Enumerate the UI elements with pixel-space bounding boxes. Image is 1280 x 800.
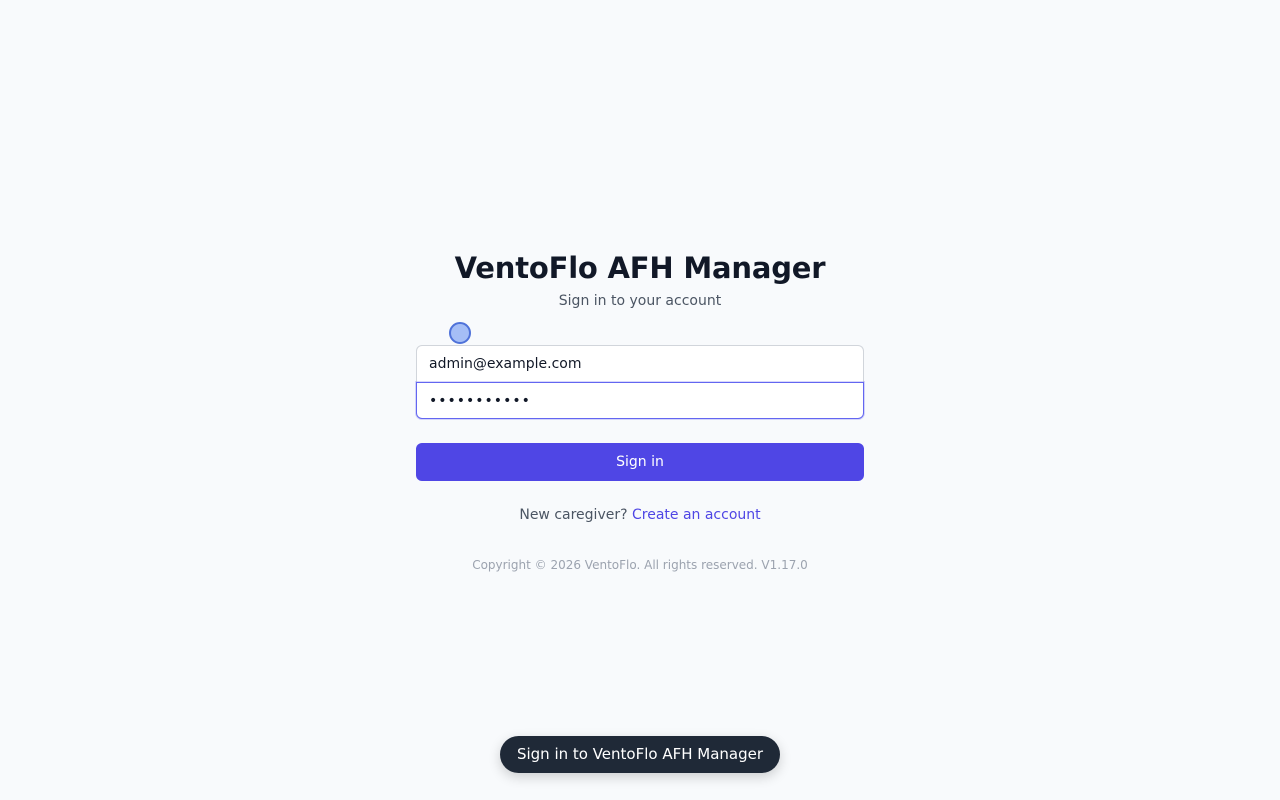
copyright-text: Copyright © 2026 VentoFlo. All rights re… xyxy=(472,558,808,572)
email-field[interactable] xyxy=(416,345,864,382)
page-subtitle: Sign in to your account xyxy=(558,293,722,309)
register-prompt-text: New caregiver? xyxy=(519,507,632,523)
toast-notification: Sign in to VentoFlo AFH Manager xyxy=(500,736,780,773)
credentials-group xyxy=(416,345,864,419)
login-page: VentoFlo AFH Manager Sign in to your acc… xyxy=(0,0,1280,800)
register-prompt: New caregiver? Create an account xyxy=(416,505,864,525)
password-field[interactable] xyxy=(416,382,864,419)
page-title: VentoFlo AFH Manager xyxy=(454,251,826,285)
login-card: VentoFlo AFH Manager Sign in to your acc… xyxy=(416,248,864,573)
sign-in-button[interactable]: Sign in xyxy=(416,443,864,481)
create-account-link[interactable]: Create an account xyxy=(632,507,761,523)
cursor-indicator-icon xyxy=(449,322,471,344)
